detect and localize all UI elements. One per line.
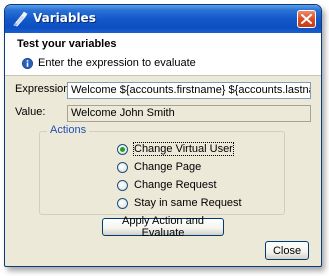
radio-label[interactable]: Change Virtual User [133, 142, 234, 156]
info-icon [22, 58, 33, 69]
radio-stay-in-same-request[interactable]: Stay in same Request [117, 196, 242, 210]
title-bar[interactable]: Variables [5, 5, 321, 33]
radio-label[interactable]: Change Page [134, 161, 201, 173]
apply-action-evaluate-button[interactable]: Apply Action and Evaluate [102, 215, 224, 239]
actions-legend: Actions [47, 124, 90, 136]
window-title: Variables [33, 11, 96, 25]
radio-change-virtual-user[interactable]: Change Virtual User [117, 142, 234, 156]
radio-change-page[interactable]: Change Page [117, 160, 201, 174]
header-message: Enter the expression to evaluate [38, 57, 196, 69]
variables-dialog: Variables Test your variables Enter the … [4, 4, 322, 267]
radio-label[interactable]: Change Request [134, 179, 217, 191]
radio-button-checked[interactable] [117, 143, 128, 155]
header-panel: Test your variables Enter the expression… [5, 33, 321, 76]
radio-change-request[interactable]: Change Request [117, 178, 217, 192]
header-title: Test your variables [17, 38, 117, 50]
radio-button[interactable] [117, 161, 128, 173]
expression-input[interactable]: Welcome ${accounts.firstname} ${accounts… [67, 82, 311, 99]
expression-label: Expression: [15, 83, 73, 95]
window-close-button[interactable] [297, 10, 316, 28]
value-field: Welcome John Smith [67, 105, 311, 122]
variables-app-icon [12, 11, 28, 27]
close-icon [301, 14, 312, 24]
radio-label[interactable]: Stay in same Request [134, 197, 242, 209]
radio-button[interactable] [117, 197, 128, 209]
radio-button[interactable] [117, 179, 128, 191]
value-label: Value: [15, 106, 46, 118]
close-button[interactable]: Close [265, 241, 309, 260]
